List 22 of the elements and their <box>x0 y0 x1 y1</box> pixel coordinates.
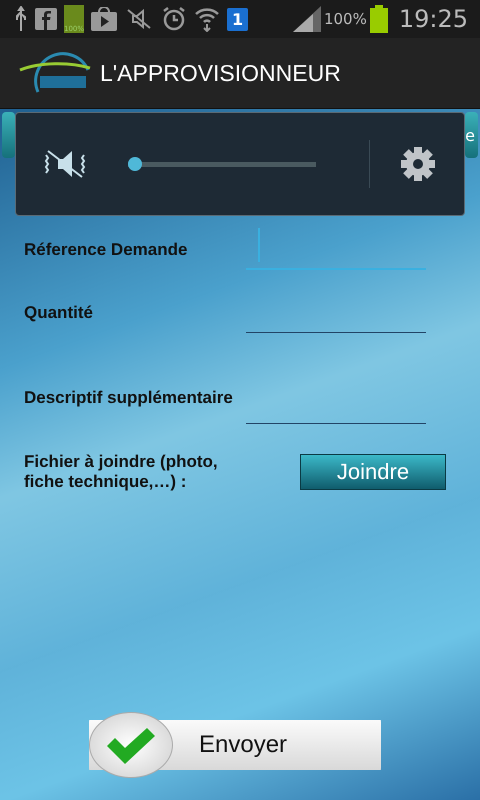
battery-percent: 100% <box>324 10 367 28</box>
signal-icon <box>292 6 321 32</box>
play-store-icon <box>91 7 117 31</box>
settings-icon[interactable] <box>400 146 436 182</box>
attachment-label: Fichier à joindre (photo, fiche technique,…) : <box>24 452 219 492</box>
field-label: Quantité <box>24 303 94 324</box>
facebook-icon <box>35 8 57 30</box>
tab[interactable]: e <box>465 112 478 158</box>
field-label: Descriptif supplémentaire <box>24 388 234 409</box>
alarm-icon <box>161 6 187 32</box>
sim-badge: 1 <box>227 8 248 30</box>
clock: 19:25 <box>398 5 468 33</box>
wifi-icon <box>194 6 220 32</box>
send-button[interactable]: Envoyer <box>89 712 381 778</box>
field-label: Réference Demande <box>24 240 188 261</box>
usb-icon <box>14 6 28 32</box>
mute-icon[interactable] <box>44 149 86 179</box>
app-title: L'APPROVISIONNEUR <box>100 60 341 86</box>
input-field[interactable] <box>246 228 426 270</box>
battery-icon <box>370 5 388 33</box>
checkmark-icon <box>105 726 157 764</box>
attach-button[interactable]: Joindre <box>300 454 446 490</box>
